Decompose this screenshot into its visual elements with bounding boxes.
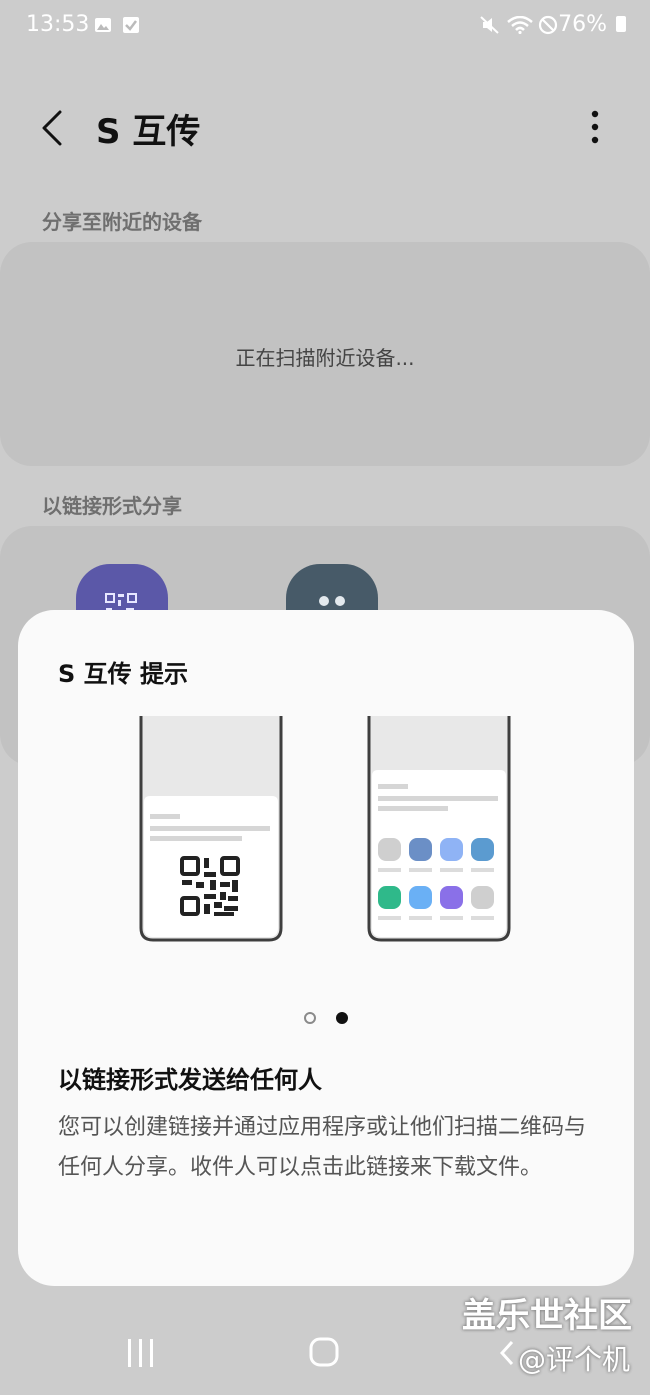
app-tile-icon — [440, 886, 463, 909]
app-tile-label — [440, 868, 463, 872]
battery-text: 76% — [558, 12, 607, 37]
more-dots-icon — [319, 596, 345, 606]
app-tile-icon — [409, 886, 432, 909]
dialog-heading: 以链接形式发送给任何人 — [58, 1066, 322, 1094]
do-not-disturb-icon — [538, 15, 558, 35]
page-indicator-dot-1[interactable] — [304, 1012, 316, 1024]
wifi-icon — [507, 16, 533, 34]
app-tile-label — [409, 868, 432, 872]
more-options-button[interactable] — [582, 106, 608, 150]
gallery-icon — [95, 18, 111, 32]
tips-dialog: S 互传 提示 以链接形式发送给任何人 您可以创建链接并通过应用程序或让他们扫描… — [18, 610, 634, 1286]
link-share-section-title: 以链接形式分享 — [42, 494, 182, 518]
dialog-title: S 互传 提示 — [58, 660, 188, 688]
home-button[interactable] — [308, 1336, 340, 1368]
app-tile-label — [440, 916, 463, 920]
share-sheet-phone-illustration — [367, 716, 511, 942]
app-tile-label — [409, 916, 432, 920]
nearby-section-title: 分享至附近的设备 — [42, 210, 202, 234]
app-tile-label — [378, 916, 401, 920]
app-tile-icon — [440, 838, 463, 861]
back-nav-icon[interactable] — [500, 1340, 514, 1366]
checkbox-notification-icon — [123, 17, 139, 33]
recents-button[interactable] — [126, 1336, 156, 1370]
status-time: 13:53 — [26, 12, 90, 37]
app-tile-label — [471, 916, 494, 920]
mute-icon — [480, 16, 499, 34]
battery-percentage: 76% — [558, 12, 626, 37]
page-title: S 互传 — [96, 112, 201, 152]
battery-icon — [616, 16, 626, 32]
app-tile-icon — [378, 886, 401, 909]
app-tile-label — [378, 868, 401, 872]
watermark-handle: @评个机 — [518, 1343, 631, 1376]
app-tile-icon — [471, 838, 494, 861]
app-tile-label — [471, 868, 494, 872]
watermark-title: 盖乐世社区 — [462, 1296, 632, 1336]
page-indicator-dot-2[interactable] — [336, 1012, 348, 1024]
back-button[interactable] — [36, 108, 72, 148]
qr-code-phone-illustration — [139, 716, 283, 942]
app-tile-icon — [378, 838, 401, 861]
app-tile-icon — [409, 838, 432, 861]
app-tile-icon — [471, 886, 494, 909]
scanning-status: 正在扫描附近设备... — [235, 346, 415, 370]
dialog-body: 您可以创建链接并通过应用程序或让他们扫描二维码与任何人分享。收件人可以点击此链接… — [58, 1115, 587, 1180]
